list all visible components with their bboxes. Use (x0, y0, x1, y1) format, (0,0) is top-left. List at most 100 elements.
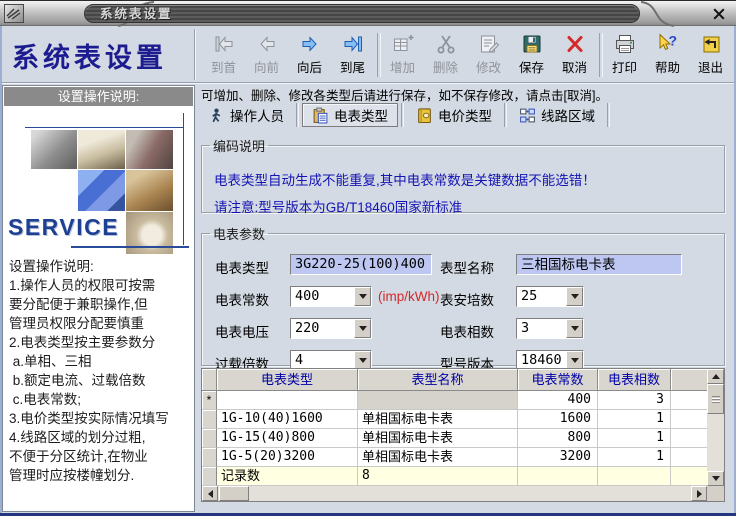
meter-constant-select[interactable]: 400 (290, 286, 372, 307)
cell-model-name[interactable]: 单相国标电卡表 (358, 448, 518, 467)
horizontal-scroll-thumb[interactable] (219, 486, 249, 501)
cell-phases[interactable]: 1 (598, 410, 671, 429)
exit-button[interactable]: 退出 (689, 29, 732, 81)
delete-button[interactable]: 删除 (424, 29, 467, 81)
add-button[interactable]: 增加 (381, 29, 424, 81)
toolbar-divider (194, 29, 196, 80)
model-name-input[interactable]: 三相国标电卡表 (516, 254, 682, 275)
meter-type-label: 电表类型 (215, 261, 269, 276)
dropdown-arrow-icon[interactable] (566, 319, 583, 338)
next-button[interactable]: 向后 (288, 29, 331, 81)
amperage-select[interactable]: 25 (516, 286, 584, 307)
column-header[interactable]: 电表类型 (217, 369, 358, 391)
cell-meter-type[interactable]: 1G-10(40)1600 (217, 410, 358, 429)
scrollbar-corner (707, 486, 724, 501)
price-type-book-icon (418, 107, 431, 123)
column-header[interactable]: 表型名称 (358, 369, 518, 391)
help-button[interactable]: ? 帮助 (646, 29, 689, 81)
row-selector[interactable] (202, 448, 217, 467)
cell-phases[interactable]: 3 (598, 391, 671, 410)
scroll-right-icon (696, 489, 702, 498)
column-header-filler (671, 369, 707, 391)
service-label: SERVICE (8, 214, 120, 240)
cell-meter-type[interactable] (217, 391, 358, 410)
cell-meter-type[interactable]: 1G-5(20)3200 (217, 448, 358, 467)
scroll-left-icon (207, 489, 213, 498)
modify-icon (477, 32, 501, 56)
tab-label: 电表类型 (334, 109, 388, 124)
instruction-line: b.额定电流、过载倍数 (9, 373, 146, 388)
save-button[interactable]: 保存 (510, 29, 553, 81)
voltage-label: 电表电压 (215, 325, 269, 340)
row-selector[interactable] (202, 410, 217, 429)
scroll-left-button[interactable] (202, 486, 218, 501)
photo-flashlight (31, 130, 77, 169)
decorative-line (25, 127, 184, 128)
tab-price-type[interactable]: 电价类型 (407, 103, 501, 127)
cell-phases[interactable]: 1 (598, 448, 671, 467)
voltage-select[interactable]: 220 (290, 318, 372, 339)
coding-note-1: 电表类型自动生成不能重复,其中电表常数是关键数据不能选错！ (214, 173, 596, 188)
meter-type-clipboard-icon (313, 107, 328, 123)
sidebar: 设置操作说明: SERVICE 设置操作说明: 1.操作人员的权限可按需 要分配… (2, 85, 195, 512)
cell-constant[interactable]: 800 (518, 429, 598, 448)
previous-button[interactable]: 向前 (245, 29, 288, 81)
cell-model-name[interactable]: 单相国标电卡表 (358, 429, 518, 448)
tab-operator[interactable]: 操作人员 (199, 103, 293, 127)
tab-line-area[interactable]: 线路区域 (510, 103, 604, 127)
goto-last-button[interactable]: 到尾 (331, 29, 374, 81)
cell-constant[interactable]: 3200 (518, 448, 598, 467)
cancel-button[interactable]: 取消 (553, 29, 596, 81)
coding-note-2: 请注意:型号版本为GB/T18460国家新标准 (214, 200, 463, 215)
print-button[interactable]: 打印 (603, 29, 646, 81)
column-header[interactable]: 电表常数 (518, 369, 598, 391)
instruction-line: 1.操作人员的权限可按需 (9, 278, 156, 293)
footer-cell (598, 467, 671, 486)
column-header[interactable]: 电表相数 (598, 369, 671, 391)
window-title: 系统表设置 (100, 7, 173, 21)
operator-person-icon (212, 107, 221, 122)
cell-meter-type[interactable]: 1G-15(40)800 (217, 429, 358, 448)
tab-separator (401, 103, 404, 127)
tab-label: 电价类型 (438, 109, 492, 124)
close-button[interactable] (712, 7, 728, 21)
record-count-label: 记录数 (217, 467, 358, 486)
toolbar-button-label: 到尾 (339, 61, 365, 75)
photo-keyboard (78, 170, 125, 211)
tab-meter-type[interactable]: 电表类型 (302, 103, 398, 127)
tab-label: 操作人员 (230, 109, 284, 124)
cell-model-name[interactable]: 单相国标电卡表 (358, 410, 518, 429)
cell-phases[interactable]: 1 (598, 429, 671, 448)
cancel-x-icon (563, 32, 587, 56)
vertical-scroll-thumb[interactable] (707, 384, 724, 414)
print-icon (613, 32, 637, 56)
vertical-scrollbar[interactable] (707, 369, 724, 486)
scroll-up-button[interactable] (707, 369, 724, 384)
toolbar-button-label: 修改 (475, 61, 501, 75)
dropdown-arrow-icon[interactable] (566, 287, 583, 306)
page-title: 系统表设置 (12, 43, 167, 73)
row-selector[interactable] (202, 429, 217, 448)
dropdown-arrow-icon[interactable] (354, 287, 371, 306)
phases-select[interactable]: 3 (516, 318, 584, 339)
meter-constant-unit: (imp/kWh) (378, 289, 440, 304)
scroll-down-icon (711, 476, 720, 481)
row-selector[interactable]: * (202, 391, 217, 410)
meter-type-input[interactable]: 3G220-25(100)400 (290, 254, 432, 275)
dropdown-arrow-icon[interactable] (354, 319, 371, 338)
cell-model-name[interactable] (358, 391, 518, 410)
instruction-line: 4.线路区域的划分过粗, (9, 430, 146, 445)
instruction-line: 3.电价类型按实际情况填写 (9, 411, 169, 426)
goto-first-button[interactable]: 到首 (202, 29, 245, 81)
cell-constant[interactable]: 400 (518, 391, 598, 410)
sidebar-instructions: 设置操作说明: 1.操作人员的权限可按需 要分配便于兼职操作,但 管理员权限分配… (9, 257, 193, 485)
cell-constant[interactable]: 1600 (518, 410, 598, 429)
toolbar: 系统表设置 到首 向前 向后 到尾 增加 删除 修改 保存 取消 打印 ? 帮助… (2, 27, 734, 83)
horizontal-scrollbar[interactable] (202, 486, 707, 501)
scroll-down-button[interactable] (707, 471, 724, 486)
save-floppy-icon (520, 32, 544, 56)
modify-button[interactable]: 修改 (467, 29, 510, 81)
photo-hands (126, 170, 173, 211)
scroll-right-button[interactable] (691, 486, 707, 501)
toolbar-button-label: 打印 (611, 61, 637, 75)
